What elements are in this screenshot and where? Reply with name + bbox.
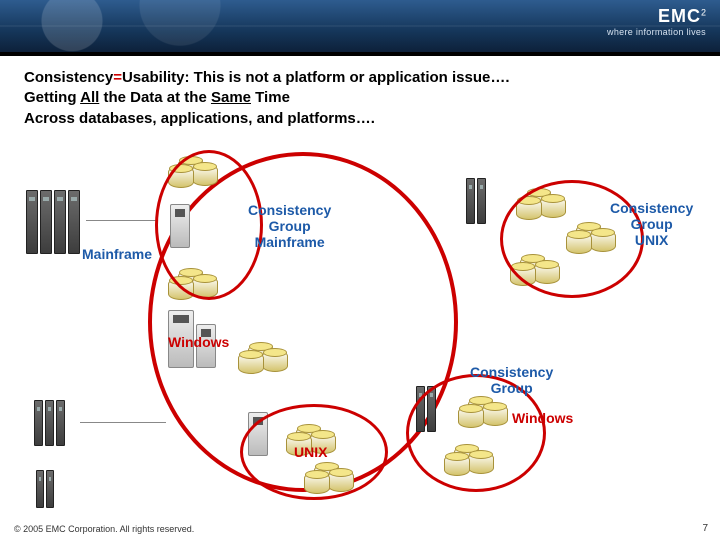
- emc-logo: EMC2 where information lives: [607, 6, 706, 37]
- equals-sign: =: [113, 69, 122, 86]
- label-windows: Windows: [168, 334, 229, 350]
- footer-copyright: © 2005 EMC Corporation. All rights reser…: [14, 524, 194, 534]
- cg-ux-3: UNIX: [610, 232, 693, 248]
- logo-superscript: 2: [701, 8, 706, 18]
- page-number: 7: [702, 523, 708, 534]
- label-cg-unix: Consistency Group UNIX: [610, 200, 693, 248]
- title-block: Consistency=Usability: This is not a pla…: [0, 56, 720, 129]
- cg-w-1: Consistency: [470, 364, 553, 380]
- ring-mainframe: [155, 150, 263, 300]
- title-line-2: Getting All the Data at the Same Time: [24, 88, 696, 108]
- title-line-1: Consistency=Usability: This is not a pla…: [24, 68, 696, 88]
- cg-ux-2: Group: [610, 216, 693, 232]
- cg-mf-3: Mainframe: [248, 234, 331, 250]
- title-2d: Same: [211, 89, 251, 106]
- title-word-consistency: Consistency: [24, 69, 113, 86]
- diagram-stage: Mainframe Consistency Group Mainframe Co…: [0, 160, 720, 516]
- cg-ux-1: Consistency: [610, 200, 693, 216]
- rack-icon: [36, 470, 54, 508]
- label-unix: UNIX: [294, 444, 327, 460]
- label-cg-windows: Consistency Group: [470, 364, 553, 396]
- logo-brand: EMC: [658, 6, 701, 26]
- rack-icon: [466, 178, 486, 224]
- label-cg-mainframe: Consistency Group Mainframe: [248, 202, 331, 250]
- cg-w-2: Group: [470, 380, 553, 396]
- title-2e: Time: [251, 89, 290, 106]
- title-line-3: Across databases, applications, and plat…: [24, 109, 696, 129]
- rack-mainframe-icon: [26, 190, 80, 254]
- cg-mf-2: Group: [248, 218, 331, 234]
- title-2a: Getting: [24, 89, 80, 106]
- label-cg-windows-3: Windows: [512, 410, 573, 426]
- title-2c: the Data at the: [99, 89, 211, 106]
- connector-line: [80, 422, 166, 423]
- cg-mf-1: Consistency: [248, 202, 331, 218]
- rack-icon: [34, 400, 65, 446]
- connector-line: [86, 220, 156, 221]
- label-mainframe: Mainframe: [82, 246, 152, 262]
- header-banner: EMC2 where information lives: [0, 0, 720, 56]
- logo-tagline: where information lives: [607, 27, 706, 37]
- title-rest-1: Usability: This is not a platform or app…: [122, 69, 510, 86]
- title-2b: All: [80, 89, 99, 106]
